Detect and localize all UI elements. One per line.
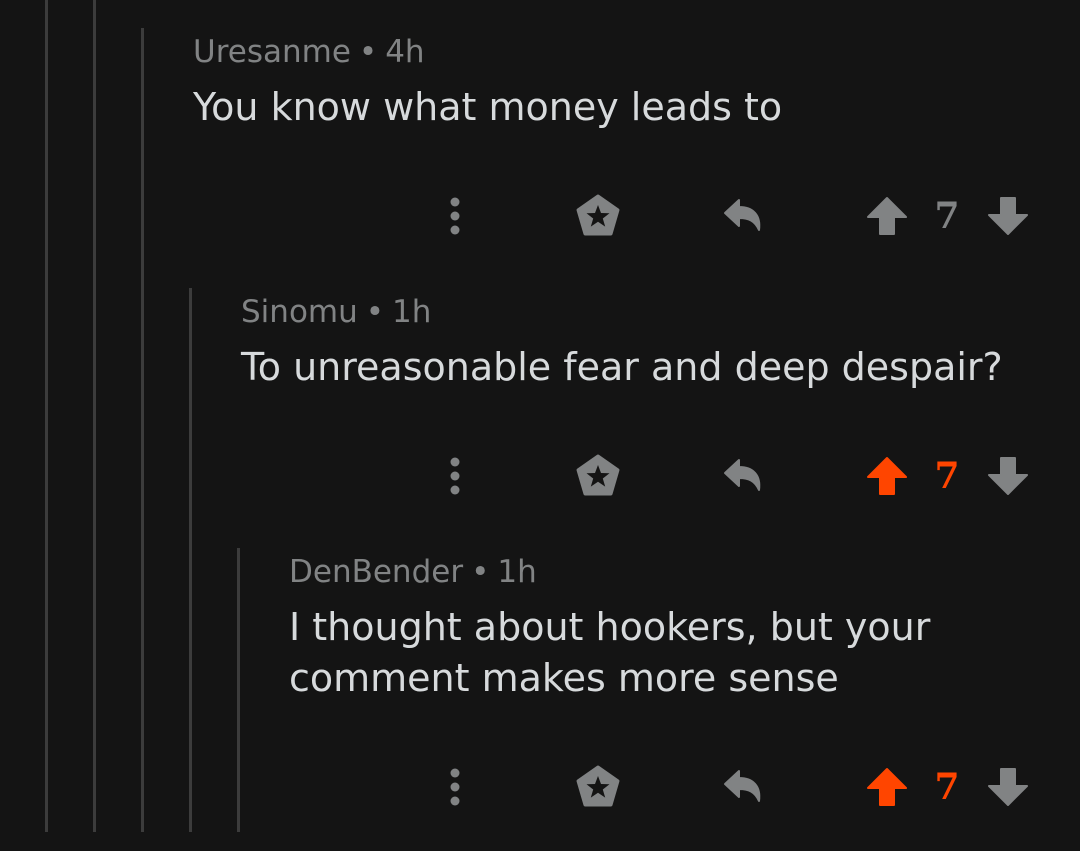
upvote-arrow-icon (867, 457, 907, 495)
reply-button[interactable] (713, 186, 773, 246)
comment-body: To unreasonable fear and deep despair? (241, 345, 1003, 389)
comment-body: I thought about hookers, but your commen… (289, 605, 931, 700)
award-icon (576, 765, 620, 807)
comment-age: 1h (497, 554, 537, 590)
thread-line-3[interactable] (141, 28, 144, 832)
comment-author[interactable]: DenBender (289, 554, 463, 590)
thread-line-5[interactable] (237, 548, 240, 832)
reply-icon (724, 199, 761, 231)
award-icon (576, 194, 620, 236)
meta-separator: • (471, 554, 490, 590)
more-options-button[interactable] (425, 186, 485, 246)
meta-separator: • (365, 294, 385, 330)
comment-actions: 7 (425, 446, 1045, 506)
comment: Sinomu • 1h To unreasonable fear and deep … (241, 292, 1080, 393)
downvote-button[interactable] (978, 446, 1038, 506)
award-icon (576, 454, 620, 496)
upvote-arrow-icon (867, 197, 907, 235)
downvote-button[interactable] (978, 757, 1038, 817)
comment-actions: 7 (425, 186, 1045, 246)
vote-score: 7 (934, 455, 960, 497)
reply-button[interactable] (713, 446, 773, 506)
downvote-arrow-icon (988, 768, 1028, 806)
award-button[interactable] (568, 186, 628, 246)
comment-meta: Uresanme • 4h (193, 32, 1080, 72)
comment: Uresanme • 4h You know what money leads to (193, 32, 1080, 133)
more-options-button[interactable] (425, 757, 485, 817)
more-options-icon (450, 457, 460, 495)
comment-author[interactable]: Sinomu (241, 294, 358, 330)
downvote-button[interactable] (978, 186, 1038, 246)
thread-line-2[interactable] (93, 0, 96, 832)
comment-age: 4h (385, 34, 425, 70)
upvote-button[interactable] (857, 446, 917, 506)
reply-icon (724, 459, 761, 491)
upvote-button[interactable] (857, 186, 917, 246)
more-options-icon (450, 768, 460, 806)
award-button[interactable] (568, 757, 628, 817)
vote-score: 7 (934, 766, 960, 808)
comment-meta: DenBender • 1h (289, 552, 1080, 592)
thread-line-4[interactable] (189, 288, 192, 832)
award-button[interactable] (568, 446, 628, 506)
reply-icon (724, 770, 761, 802)
downvote-arrow-icon (988, 197, 1028, 235)
comment-author[interactable]: Uresanme (193, 34, 351, 70)
more-options-button[interactable] (425, 446, 485, 506)
comment-meta: Sinomu • 1h (241, 292, 1080, 332)
meta-separator: • (358, 34, 378, 70)
upvote-arrow-icon (867, 768, 907, 806)
reply-button[interactable] (713, 757, 773, 817)
comment: DenBender • 1h I thought about hookers, bu… (289, 552, 1080, 704)
comment-age: 1h (392, 294, 432, 330)
comment-body: You know what money leads to (193, 85, 783, 129)
comment-actions: 7 (425, 757, 1045, 817)
thread-line-1[interactable] (45, 0, 48, 832)
vote-score: 7 (934, 195, 960, 237)
downvote-arrow-icon (988, 457, 1028, 495)
more-options-icon (450, 197, 460, 235)
upvote-button[interactable] (857, 757, 917, 817)
